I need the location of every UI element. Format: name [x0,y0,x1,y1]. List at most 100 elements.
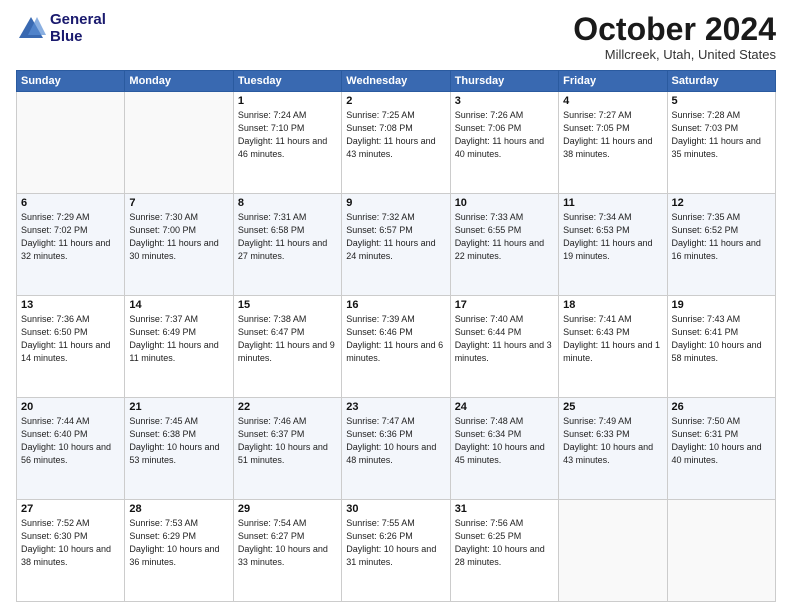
day-info: Sunrise: 7:45 AM Sunset: 6:38 PM Dayligh… [129,415,228,467]
day-number: 7 [129,197,228,209]
day-info: Sunrise: 7:55 AM Sunset: 6:26 PM Dayligh… [346,517,445,569]
day-info: Sunrise: 7:50 AM Sunset: 6:31 PM Dayligh… [672,415,771,467]
day-number: 15 [238,299,337,311]
title-block: October 2024 Millcreek, Utah, United Sta… [573,12,776,62]
calendar-cell: 4 Sunrise: 7:27 AM Sunset: 7:05 PM Daylig… [559,92,667,194]
calendar-cell: 31 Sunrise: 7:56 AM Sunset: 6:25 PM Dayli… [450,500,558,602]
day-number: 27 [21,503,120,515]
day-number: 3 [455,95,554,107]
logo-icon [16,14,46,44]
day-number: 26 [672,401,771,413]
calendar-cell: 21Sunrise: 7:45 AM Sunset: 6:38 PM Dayli… [125,398,233,500]
day-info: Sunrise: 7:37 AM Sunset: 6:49 PM Dayligh… [129,313,228,365]
weekday-header-thursday: Thursday [450,71,558,92]
calendar-cell [559,500,667,602]
calendar-cell: 26 Sunrise: 7:50 AM Sunset: 6:31 PM Dayli… [667,398,775,500]
calendar: SundayMondayTuesdayWednesdayThursdayFrid… [16,70,776,602]
day-info: Sunrise: 7:48 AM Sunset: 6:34 PM Dayligh… [455,415,554,467]
calendar-cell: 18 Sunrise: 7:41 AM Sunset: 6:43 PM Dayli… [559,296,667,398]
calendar-cell: 20 Sunrise: 7:44 AM Sunset: 6:40 PM Dayli… [17,398,125,500]
day-info: Sunrise: 7:46 AM Sunset: 6:37 PM Dayligh… [238,415,337,467]
calendar-cell: 2 Sunrise: 7:25 AM Sunset: 7:08 PM Daylig… [342,92,450,194]
header: General Blue October 2024 Millcreek, Uta… [16,12,776,62]
day-info: Sunrise: 7:47 AM Sunset: 6:36 PM Dayligh… [346,415,445,467]
calendar-cell: 13Sunrise: 7:36 AM Sunset: 6:50 PM Dayli… [17,296,125,398]
calendar-cell [667,500,775,602]
day-info: Sunrise: 7:54 AM Sunset: 6:27 PM Dayligh… [238,517,337,569]
calendar-cell: 3Sunrise: 7:26 AM Sunset: 7:06 PM Daylig… [450,92,558,194]
day-info: Sunrise: 7:30 AM Sunset: 7:00 PM Dayligh… [129,211,228,263]
day-number: 13 [21,299,120,311]
calendar-cell: 19Sunrise: 7:43 AM Sunset: 6:41 PM Dayli… [667,296,775,398]
calendar-cell: 6 Sunrise: 7:29 AM Sunset: 7:02 PM Daylig… [17,194,125,296]
calendar-cell: 27Sunrise: 7:52 AM Sunset: 6:30 PM Dayli… [17,500,125,602]
calendar-cell: 14 Sunrise: 7:37 AM Sunset: 6:49 PM Dayli… [125,296,233,398]
day-info: Sunrise: 7:33 AM Sunset: 6:55 PM Dayligh… [455,211,554,263]
day-number: 12 [672,197,771,209]
day-number: 20 [21,401,120,413]
calendar-cell: 16Sunrise: 7:39 AM Sunset: 6:46 PM Dayli… [342,296,450,398]
day-info: Sunrise: 7:28 AM Sunset: 7:03 PM Dayligh… [672,109,771,161]
calendar-cell: 28 Sunrise: 7:53 AM Sunset: 6:29 PM Dayli… [125,500,233,602]
day-info: Sunrise: 7:56 AM Sunset: 6:25 PM Dayligh… [455,517,554,569]
weekday-header-friday: Friday [559,71,667,92]
calendar-cell: 15 Sunrise: 7:38 AM Sunset: 6:47 PM Dayli… [233,296,341,398]
day-info: Sunrise: 7:40 AM Sunset: 6:44 PM Dayligh… [455,313,554,365]
day-info: Sunrise: 7:32 AM Sunset: 6:57 PM Dayligh… [346,211,445,263]
month-title: October 2024 [573,12,776,47]
day-info: Sunrise: 7:34 AM Sunset: 6:53 PM Dayligh… [563,211,662,263]
calendar-cell: 11 Sunrise: 7:34 AM Sunset: 6:53 PM Dayli… [559,194,667,296]
day-number: 5 [672,95,771,107]
day-number: 14 [129,299,228,311]
day-number: 6 [21,197,120,209]
calendar-cell: 1 Sunrise: 7:24 AM Sunset: 7:10 PM Daylig… [233,92,341,194]
logo: General Blue [16,12,106,45]
day-info: Sunrise: 7:53 AM Sunset: 6:29 PM Dayligh… [129,517,228,569]
calendar-cell: 30 Sunrise: 7:55 AM Sunset: 6:26 PM Dayli… [342,500,450,602]
calendar-cell: 7 Sunrise: 7:30 AM Sunset: 7:00 PM Daylig… [125,194,233,296]
day-number: 31 [455,503,554,515]
calendar-cell: 8 Sunrise: 7:31 AM Sunset: 6:58 PM Daylig… [233,194,341,296]
day-info: Sunrise: 7:25 AM Sunset: 7:08 PM Dayligh… [346,109,445,161]
day-info: Sunrise: 7:38 AM Sunset: 6:47 PM Dayligh… [238,313,337,365]
calendar-cell: 29 Sunrise: 7:54 AM Sunset: 6:27 PM Dayli… [233,500,341,602]
calendar-cell: 25 Sunrise: 7:49 AM Sunset: 6:33 PM Dayli… [559,398,667,500]
day-info: Sunrise: 7:35 AM Sunset: 6:52 PM Dayligh… [672,211,771,263]
calendar-cell: 17Sunrise: 7:40 AM Sunset: 6:44 PM Dayli… [450,296,558,398]
day-number: 18 [563,299,662,311]
day-number: 28 [129,503,228,515]
day-info: Sunrise: 7:29 AM Sunset: 7:02 PM Dayligh… [21,211,120,263]
day-number: 9 [346,197,445,209]
day-info: Sunrise: 7:24 AM Sunset: 7:10 PM Dayligh… [238,109,337,161]
day-number: 22 [238,401,337,413]
calendar-cell: 5 Sunrise: 7:28 AM Sunset: 7:03 PM Daylig… [667,92,775,194]
day-number: 23 [346,401,445,413]
day-number: 25 [563,401,662,413]
day-info: Sunrise: 7:41 AM Sunset: 6:43 PM Dayligh… [563,313,662,365]
day-number: 8 [238,197,337,209]
logo-text: General Blue [50,12,106,45]
day-number: 24 [455,401,554,413]
calendar-cell: 24 Sunrise: 7:48 AM Sunset: 6:34 PM Dayli… [450,398,558,500]
day-number: 1 [238,95,337,107]
weekday-header-wednesday: Wednesday [342,71,450,92]
day-info: Sunrise: 7:49 AM Sunset: 6:33 PM Dayligh… [563,415,662,467]
day-number: 29 [238,503,337,515]
day-number: 19 [672,299,771,311]
day-number: 10 [455,197,554,209]
day-info: Sunrise: 7:27 AM Sunset: 7:05 PM Dayligh… [563,109,662,161]
calendar-cell: 23 Sunrise: 7:47 AM Sunset: 6:36 PM Dayli… [342,398,450,500]
page: General Blue October 2024 Millcreek, Uta… [0,0,792,612]
day-info: Sunrise: 7:44 AM Sunset: 6:40 PM Dayligh… [21,415,120,467]
day-number: 11 [563,197,662,209]
day-number: 2 [346,95,445,107]
day-number: 4 [563,95,662,107]
calendar-cell [125,92,233,194]
day-info: Sunrise: 7:31 AM Sunset: 6:58 PM Dayligh… [238,211,337,263]
calendar-cell: 12 Sunrise: 7:35 AM Sunset: 6:52 PM Dayli… [667,194,775,296]
calendar-cell: 10 Sunrise: 7:33 AM Sunset: 6:55 PM Dayli… [450,194,558,296]
day-number: 30 [346,503,445,515]
location: Millcreek, Utah, United States [573,47,776,62]
calendar-cell: 22 Sunrise: 7:46 AM Sunset: 6:37 PM Dayli… [233,398,341,500]
calendar-cell [17,92,125,194]
